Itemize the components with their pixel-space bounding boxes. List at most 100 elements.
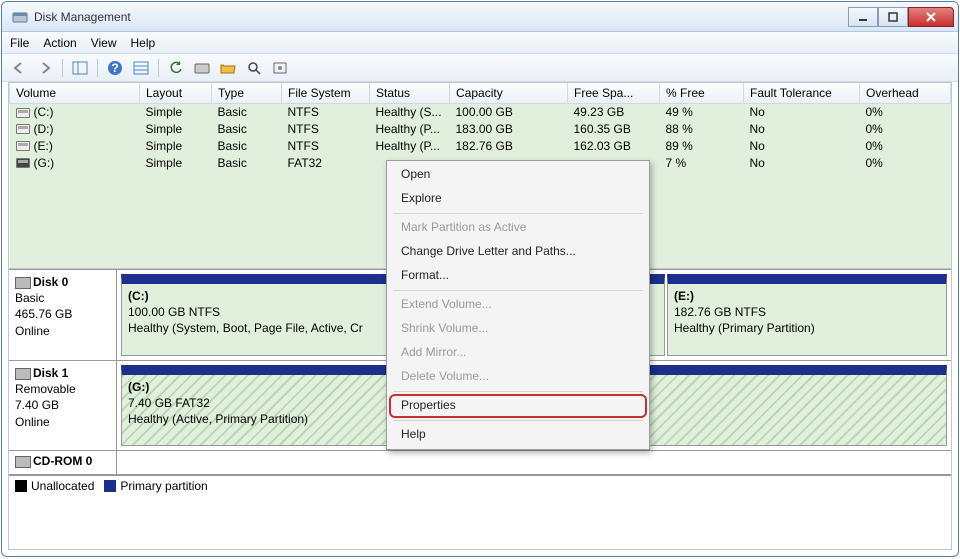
help-icon[interactable]: ? <box>104 57 126 79</box>
table-row[interactable]: (E:)SimpleBasicNTFSHealthy (P...182.76 G… <box>10 137 951 154</box>
disk-management-window: Disk Management File Action View Help ? <box>1 1 959 557</box>
toolbar-disk-icon[interactable] <box>191 57 213 79</box>
cdrom-title: CD-ROM 0 <box>33 454 92 468</box>
ctx-mark-active: Mark Partition as Active <box>389 216 647 240</box>
col-type[interactable]: Type <box>212 83 282 103</box>
col-layout[interactable]: Layout <box>140 83 212 103</box>
cdrom-row: CD-ROM 0 <box>9 450 951 474</box>
parte-label: (E:) <box>674 289 694 303</box>
disk0-title: Disk 0 <box>33 275 68 289</box>
menu-help[interactable]: Help <box>131 36 156 50</box>
app-icon <box>12 9 28 25</box>
vol-status: Healthy (P... <box>370 137 450 154</box>
col-fs[interactable]: File System <box>282 83 370 103</box>
legend-primary: Primary partition <box>120 479 207 493</box>
ctx-add-mirror: Add Mirror... <box>389 341 647 365</box>
partition-e[interactable]: (E:) 182.76 GB NTFS Healthy (Primary Par… <box>667 274 947 356</box>
cdrom-info[interactable]: CD-ROM 0 <box>9 451 117 474</box>
vol-layout: Simple <box>140 103 212 120</box>
window-title: Disk Management <box>34 10 848 24</box>
partition-c[interactable]: (C:) 100.00 GB NTFS Healthy (System, Boo… <box>121 274 393 356</box>
ctx-explore[interactable]: Explore <box>389 187 647 211</box>
disk1-state: Online <box>15 415 50 429</box>
maximize-button[interactable] <box>878 7 908 27</box>
vol-type: Basic <box>212 120 282 137</box>
ctx-shrink-volume: Shrink Volume... <box>389 317 647 341</box>
forward-button[interactable] <box>34 57 56 79</box>
volume-icon <box>16 108 30 118</box>
vol-fs: NTFS <box>282 137 370 154</box>
vol-pfree: 49 % <box>660 103 744 120</box>
disk1-type: Removable <box>15 382 76 396</box>
toolbar-list-icon[interactable] <box>130 57 152 79</box>
ctx-open[interactable]: Open <box>389 163 647 187</box>
vol-free: 49.23 GB <box>568 103 660 120</box>
ctx-format[interactable]: Format... <box>389 264 647 288</box>
vol-name: (G:) <box>34 156 55 170</box>
col-pfree[interactable]: % Free <box>660 83 744 103</box>
ctx-extend-volume: Extend Volume... <box>389 293 647 317</box>
toolbar-panel-icon[interactable] <box>69 57 91 79</box>
context-menu: Open Explore Mark Partition as Active Ch… <box>386 160 650 450</box>
menu-file[interactable]: File <box>10 36 29 50</box>
disk0-state: Online <box>15 324 50 338</box>
ctx-delete-volume: Delete Volume... <box>389 365 647 389</box>
toolbar: ? <box>2 54 958 82</box>
partg-label: (G:) <box>128 380 149 394</box>
toolbar-search-icon[interactable] <box>243 57 265 79</box>
vol-pfree: 88 % <box>660 120 744 137</box>
vol-fs: NTFS <box>282 120 370 137</box>
col-overhead[interactable]: Overhead <box>860 83 951 103</box>
vol-type: Basic <box>212 103 282 120</box>
vol-fs: FAT32 <box>282 154 370 171</box>
close-button[interactable] <box>908 7 954 27</box>
minimize-button[interactable] <box>848 7 878 27</box>
toolbar-settings-icon[interactable] <box>269 57 291 79</box>
vol-overhead: 0% <box>860 154 951 171</box>
col-free[interactable]: Free Spa... <box>568 83 660 103</box>
partg-info: 7.40 GB FAT32 <box>128 396 210 410</box>
col-fault[interactable]: Fault Tolerance <box>744 83 860 103</box>
vol-capacity: 100.00 GB <box>450 103 568 120</box>
col-volume[interactable]: Volume <box>10 83 140 103</box>
vol-layout: Simple <box>140 120 212 137</box>
disk1-size: 7.40 GB <box>15 398 59 412</box>
back-button[interactable] <box>8 57 30 79</box>
disk0-size: 465.76 GB <box>15 307 72 321</box>
table-row[interactable]: (D:)SimpleBasicNTFSHealthy (P...183.00 G… <box>10 120 951 137</box>
vol-layout: Simple <box>140 137 212 154</box>
vol-overhead: 0% <box>860 103 951 120</box>
vol-fault: No <box>744 154 860 171</box>
menubar: File Action View Help <box>2 32 958 54</box>
vol-layout: Simple <box>140 154 212 171</box>
disk0-info[interactable]: Disk 0 Basic 465.76 GB Online <box>9 270 117 360</box>
vol-free: 162.03 GB <box>568 137 660 154</box>
partc-label: (C:) <box>128 289 149 303</box>
volume-icon <box>16 124 30 134</box>
vol-overhead: 0% <box>860 120 951 137</box>
ctx-help[interactable]: Help <box>389 423 647 447</box>
table-row[interactable]: (C:)SimpleBasicNTFSHealthy (S...100.00 G… <box>10 103 951 120</box>
vol-free: 160.35 GB <box>568 120 660 137</box>
parte-status: Healthy (Primary Partition) <box>674 321 815 335</box>
vol-type: Basic <box>212 137 282 154</box>
disk1-info[interactable]: Disk 1 Removable 7.40 GB Online <box>9 361 117 450</box>
refresh-icon[interactable] <box>165 57 187 79</box>
vol-status: Healthy (S... <box>370 103 450 120</box>
ctx-properties[interactable]: Properties <box>389 394 647 418</box>
legend-unallocated: Unallocated <box>31 479 94 493</box>
col-capacity[interactable]: Capacity <box>450 83 568 103</box>
cdrom-icon <box>15 456 31 468</box>
unallocated-swatch <box>15 480 27 492</box>
svg-text:?: ? <box>111 61 118 75</box>
ctx-change-drive-letter[interactable]: Change Drive Letter and Paths... <box>389 240 647 264</box>
menu-view[interactable]: View <box>91 36 117 50</box>
col-status[interactable]: Status <box>370 83 450 103</box>
toolbar-open-icon[interactable] <box>217 57 239 79</box>
primary-swatch <box>104 480 116 492</box>
vol-fault: No <box>744 120 860 137</box>
parte-info: 182.76 GB NTFS <box>674 305 766 319</box>
disk-icon <box>15 277 31 289</box>
vol-name: (C:) <box>34 105 54 119</box>
menu-action[interactable]: Action <box>43 36 76 50</box>
